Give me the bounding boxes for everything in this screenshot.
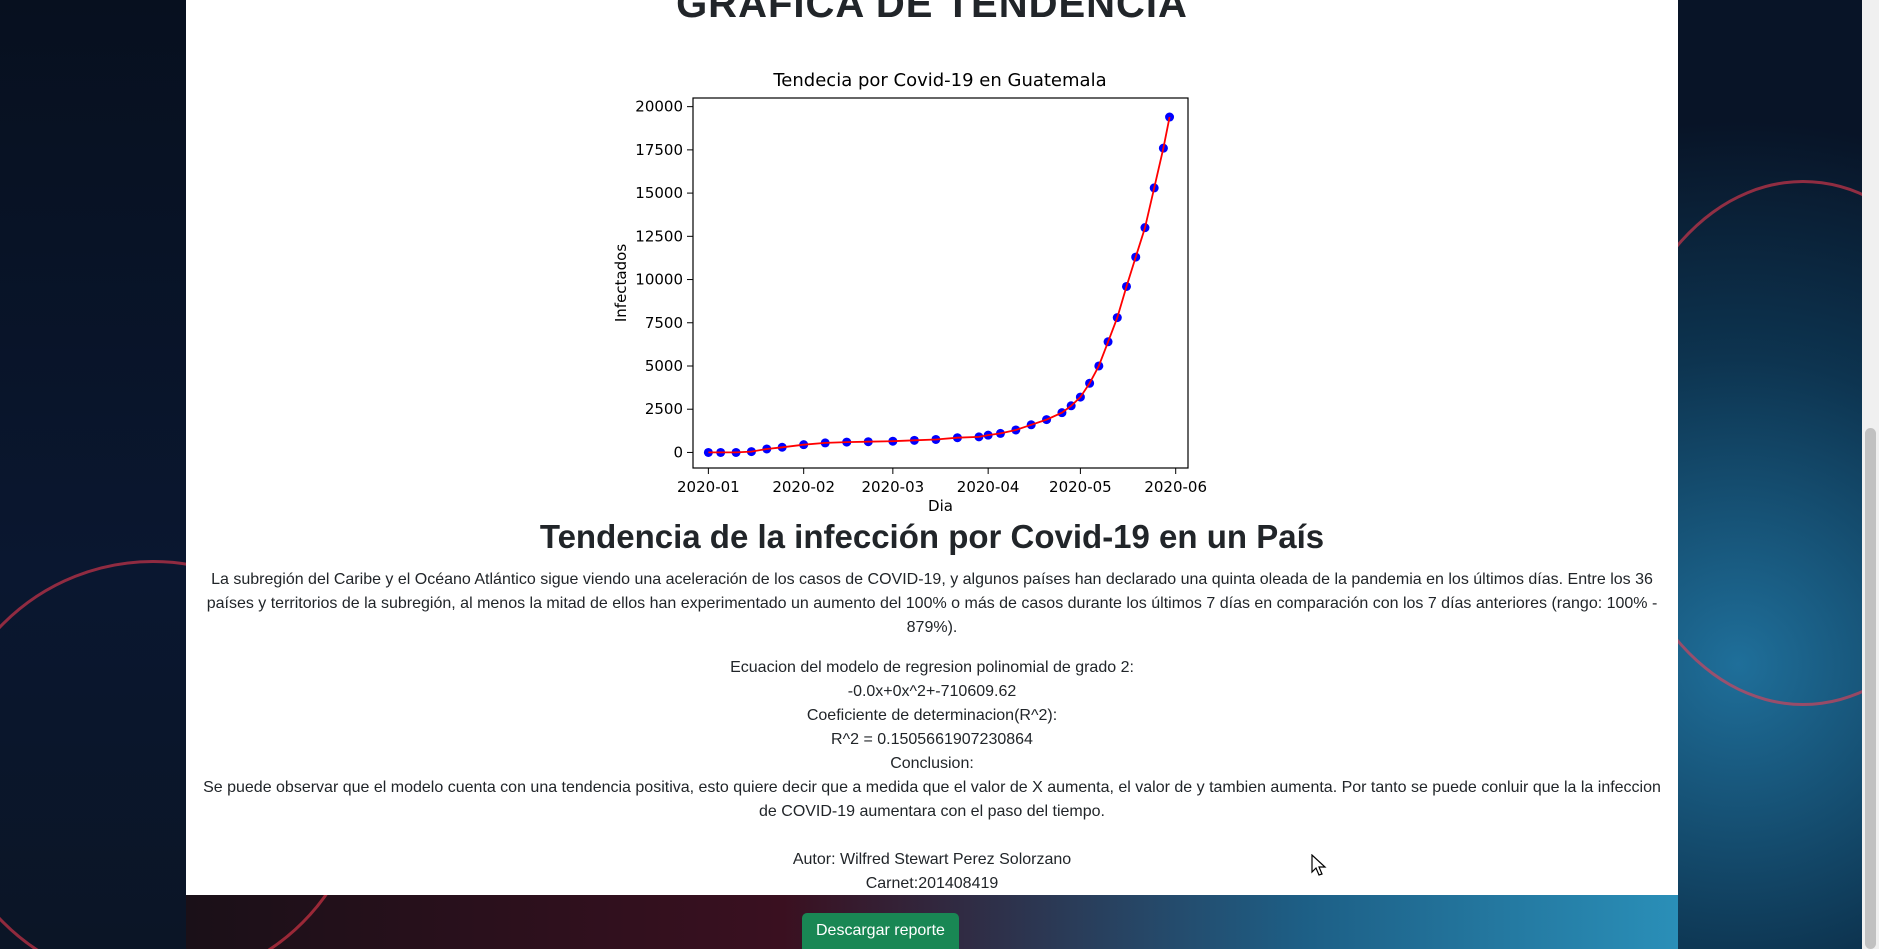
x-tick-label: 2020-03 [862, 478, 925, 496]
y-tick-label: 15000 [635, 184, 683, 202]
chart-plot-area: 0 2500 5000 7500 10000 12500 15000 17500 20000 20… [612, 97, 1207, 515]
y-tick-label: 10000 [635, 271, 683, 289]
equation-value: -0.0x+0x^2+-710609.62 [847, 683, 1017, 700]
x-tick-label: 2020-04 [957, 478, 1020, 496]
y-tick-label: 2500 [645, 400, 683, 418]
y-axis-label: Infectados [612, 244, 630, 322]
y-tick-label: 17500 [635, 141, 683, 159]
plot-frame [692, 97, 1189, 469]
y-tick-label: 7500 [645, 314, 683, 332]
y-tick-label: 0 [673, 443, 683, 461]
carnet-text: Carnet:201408419 [865, 875, 999, 892]
y-tick-label: 12500 [635, 227, 683, 245]
model-info: Ecuacion del modelo de regresion polinom… [186, 656, 1678, 896]
author-text: Autor: Wilfred Stewart Perez Solorzano [792, 851, 1072, 868]
download-report-button[interactable]: Descargar reporte [802, 913, 959, 949]
page-title: GRÁFICA DE TENDENCIA [676, 0, 1188, 26]
x-axis-label: Dia [928, 497, 953, 515]
conclusion-label: Conclusion: [890, 755, 974, 772]
description-paragraph: La subregión del Caribe y el Océano Atlá… [206, 571, 1658, 636]
x-tick-label: 2020-05 [1049, 478, 1112, 496]
y-tick-label: 5000 [645, 357, 683, 375]
y-tick-label: 20000 [635, 98, 683, 116]
r2-label: Coeficiente de determinacion(R^2): [806, 707, 1058, 724]
page-scrollbar[interactable] [1862, 0, 1879, 949]
mouse-cursor-icon [1311, 854, 1327, 876]
x-tick-label: 2020-02 [772, 478, 835, 496]
r2-value: R^2 = 0.1505661907230864 [831, 731, 1033, 748]
conclusion-text: Se puede observar que el modelo cuenta c… [203, 779, 1661, 820]
scrollbar-thumb[interactable] [1865, 428, 1876, 949]
chart-title: Tendecia por Covid-19 en Guatemala [773, 70, 1107, 91]
equation-label: Ecuacion del modelo de regresion polinom… [730, 659, 1134, 676]
x-tick-label: 2020-01 [677, 478, 740, 496]
x-tick-label: 2020-06 [1144, 478, 1207, 496]
trend-chart: 0 2500 5000 7500 10000 12500 15000 17500 20000 20… [612, 97, 1207, 515]
section-title: Tendencia de la infección por Covid-19 e… [539, 518, 1325, 555]
